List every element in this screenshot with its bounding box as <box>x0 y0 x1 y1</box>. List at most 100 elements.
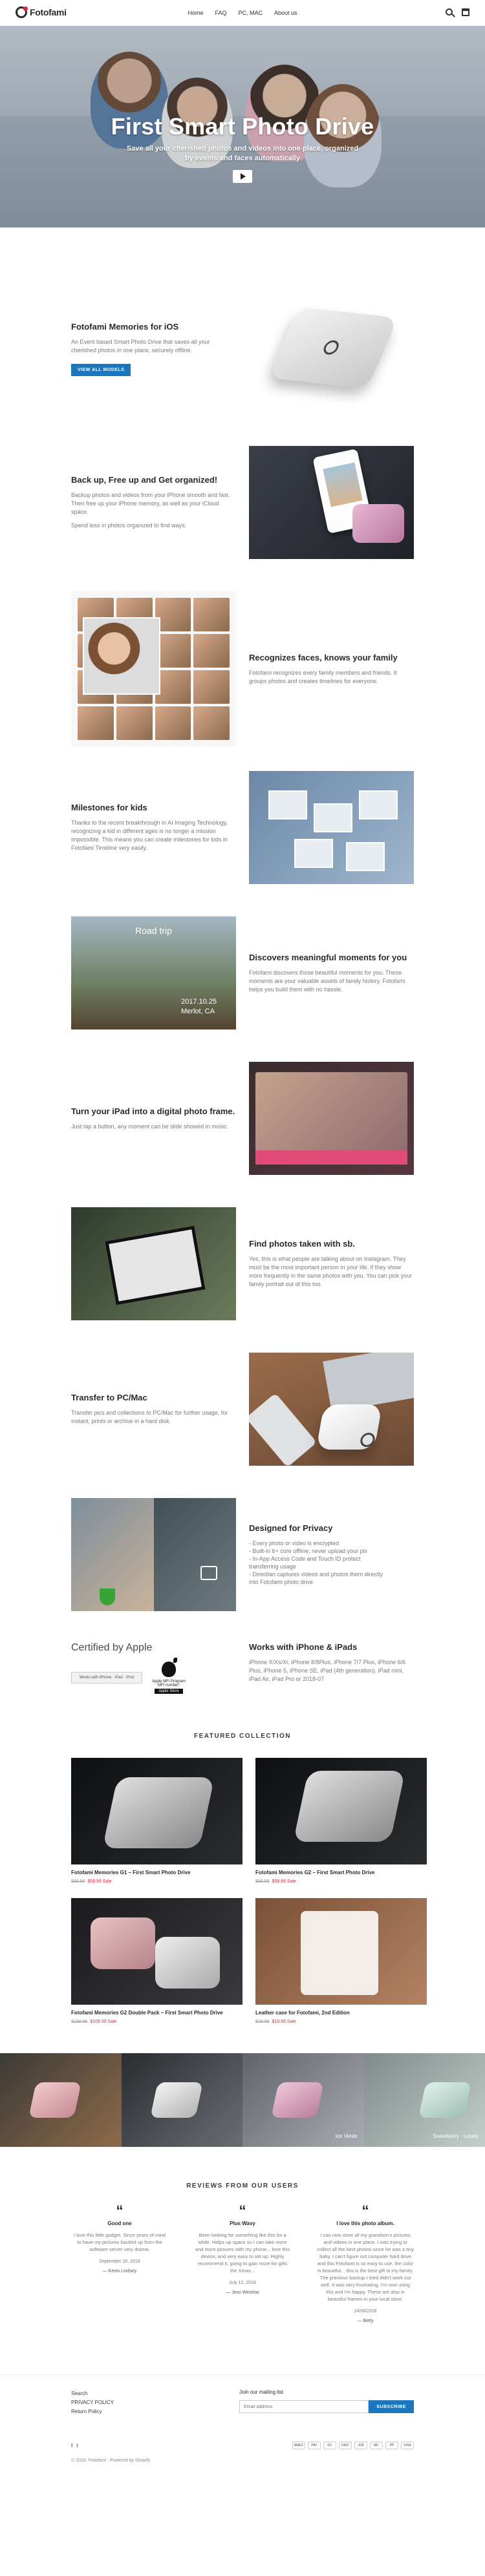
product-name[interactable]: Fotofami Memories G2 Double Pack – First… <box>71 2010 242 2016</box>
milestone-card <box>314 803 352 832</box>
main-nav: Home FAQ PC, MAC About us <box>188 10 297 16</box>
footer-bottom: f t AMEX PAY DC DISC JCB MC PP VISA <box>0 2433 485 2458</box>
quote-icon: “ <box>239 2202 246 2219</box>
discover-icon: DISC <box>339 2442 352 2449</box>
product-name[interactable]: Fotofami Memories G1 – First Smart Photo… <box>71 1870 242 1875</box>
feature-title: Recognizes faces, knows your family <box>249 652 398 662</box>
product-card[interactable]: Leather case for Fotofami, 2nd Edition $… <box>255 1898 427 2024</box>
review-card: “ Plus Wavy Been looking for something l… <box>194 2202 291 2355</box>
slideshow-bar <box>255 1150 407 1165</box>
site-footer: Search PRIVACY POLICY Return Policy Join… <box>0 2374 485 2433</box>
feature-backup: Back up, Free up and Get organized! Back… <box>0 446 485 559</box>
twitter-icon[interactable]: t <box>76 2443 78 2449</box>
footer-link-privacy[interactable]: PRIVACY POLICY <box>71 2398 114 2407</box>
product-price: $99.99 $59.99 Sale <box>255 1879 427 1884</box>
site-header: Fotofami Home FAQ PC, MAC About us <box>0 0 485 26</box>
search-icon[interactable] <box>446 8 453 16</box>
trip-place: Merlot, CA <box>181 1008 215 1015</box>
review-date: 24/08/2018 <box>354 2309 377 2314</box>
cart-icon[interactable] <box>462 8 469 16</box>
certified-heading: Certified by Apple <box>71 1642 153 1653</box>
nav-home[interactable]: Home <box>188 10 203 16</box>
mfi-badge: Apple MFi Program MFI number: Apple Stor… <box>146 1658 191 1694</box>
feature-body: An Event based Smart Photo Drive that sa… <box>71 339 210 354</box>
nav-pc-mac[interactable]: PC, MAC <box>238 10 263 16</box>
newsletter-label: Join our mailing list <box>239 2389 284 2395</box>
feature-title: Find photos taken with sb. <box>249 1239 355 1249</box>
visa-icon: VISA <box>401 2442 414 2449</box>
tile-caption: Sweetberry · Lovely <box>433 2133 479 2139</box>
compatibility: Works with iPhone & iPads iPhone X/Xs/Xr… <box>249 1642 414 1684</box>
nav-faq[interactable]: FAQ <box>215 10 226 16</box>
apple-pay-icon: PAY <box>308 2442 321 2449</box>
copyright: © 2018, Fotofami · Powered by Shopify <box>71 2458 151 2463</box>
product-image[interactable] <box>255 1758 427 1864</box>
works-with-badge: Works with iPhone · iPad · iPod <box>71 1672 142 1684</box>
gallery-tile[interactable] <box>121 2053 242 2147</box>
quote-icon: “ <box>361 2202 369 2219</box>
product-name[interactable]: Fotofami Memories G2 – First Smart Photo… <box>255 1870 427 1875</box>
old-price: $99.99 <box>255 1879 270 1884</box>
backup-image <box>249 446 414 559</box>
shield-icon <box>100 1589 115 1605</box>
facebook-icon[interactable]: f <box>71 2443 72 2449</box>
payment-icons: AMEX PAY DC DISC JCB MC PP VISA <box>292 2442 414 2449</box>
nav-about-us[interactable]: About us <box>274 10 297 16</box>
gallery-tile[interactable] <box>0 2053 122 2147</box>
phone-image <box>249 1393 318 1466</box>
hero-banner: First Smart Photo Drive Save all your ch… <box>0 26 485 227</box>
review-author: — Jess Winslow <box>226 2290 259 2295</box>
subscribe-button[interactable]: SUBSCRIBE <box>369 2400 414 2413</box>
photo-drive-device <box>316 1404 383 1450</box>
privacy-item: - In-App Access Code and Touch ID protec… <box>249 1556 361 1562</box>
newsletter-form: SUBSCRIBE <box>239 2400 414 2413</box>
review-author: — Betty <box>357 2319 374 2323</box>
footer-link-return[interactable]: Return Policy <box>71 2407 114 2416</box>
email-input[interactable] <box>239 2400 369 2413</box>
product-image[interactable] <box>255 1898 427 2005</box>
privacy-list: - Every photo or video is encrypted - Bu… <box>249 1539 414 1586</box>
product-image[interactable] <box>71 1898 242 2005</box>
feature-body: Just tap a button, any moment can be sli… <box>71 1123 229 1130</box>
tile-caption: Ice Verde <box>335 2133 358 2139</box>
footer-link-search[interactable]: Search <box>71 2389 114 2398</box>
review-card: “ Good one I love this little gadget. Si… <box>71 2204 168 2355</box>
gallery-tile[interactable]: Ice Verde <box>242 2053 364 2147</box>
photo-drive-device <box>352 504 404 543</box>
sale-price: $59.99 Sale <box>272 1879 296 1884</box>
laptop-image <box>323 1353 414 1413</box>
product-card[interactable]: Fotofami Memories G1 – First Smart Photo… <box>71 1758 242 1884</box>
feature-text: Discovers meaningful moments for you Fot… <box>249 953 414 994</box>
gallery-tile[interactable]: Sweetberry · Lovely <box>363 2053 485 2147</box>
privacy-item: - Every photo or video is encrypted <box>249 1540 339 1547</box>
product-card[interactable]: Fotofami Memories G2 – First Smart Photo… <box>255 1758 427 1884</box>
feature-body: Thanks to the recent breakthrough in AI … <box>71 819 228 851</box>
privacy-item: into Fotofami photo drive <box>249 1579 314 1585</box>
logo[interactable]: Fotofami <box>16 6 67 18</box>
review-body: I can now store all my grandson's pictur… <box>317 2232 414 2302</box>
newsletter: Join our mailing list SUBSCRIBE <box>239 2389 414 2433</box>
play-video-button[interactable] <box>233 170 252 183</box>
product-grid: Fotofami Memories G1 – First Smart Photo… <box>0 1758 485 2024</box>
social-links: f t <box>71 2443 78 2449</box>
product-card[interactable]: Fotofami Memories G2 Double Pack – First… <box>71 1898 242 2024</box>
privacy-item: - Built-in 6+ core offline, never upload… <box>249 1548 368 1554</box>
product-name[interactable]: Leather case for Fotofami, 2nd Edition <box>255 2010 427 2016</box>
review-date: September 20, 2018 <box>99 2259 140 2264</box>
product-price: $29.99 $19.99 Sale <box>255 2020 427 2024</box>
faces-image <box>71 591 236 746</box>
feature-text: Turn your iPad into a digital photo fram… <box>71 1106 236 1131</box>
ipad-image <box>249 1062 414 1175</box>
logo-text: Fotofami <box>30 7 67 17</box>
feature-body: Transfer pics and collections to PC/Mac … <box>71 1409 228 1424</box>
feature-text: Find photos taken with sb. Yes, this is … <box>249 1239 414 1289</box>
review-body: I love this little gadget. Since years o… <box>73 2232 166 2252</box>
road-trip-date: 2017.10.25 Merlot, CA <box>181 997 217 1017</box>
family-image <box>71 1207 236 1320</box>
gallery-strip: Ice Verde Sweetberry · Lovely <box>0 2053 485 2147</box>
view-all-models-button[interactable]: VIEW ALL MODELS <box>71 364 131 376</box>
feature-moments: Road trip 2017.10.25 Merlot, CA Discover… <box>0 916 485 1029</box>
product-image[interactable] <box>71 1758 242 1864</box>
hero-subtitle-line: Save all your cherished photos and video… <box>126 145 359 153</box>
lock-icon <box>200 1566 217 1580</box>
